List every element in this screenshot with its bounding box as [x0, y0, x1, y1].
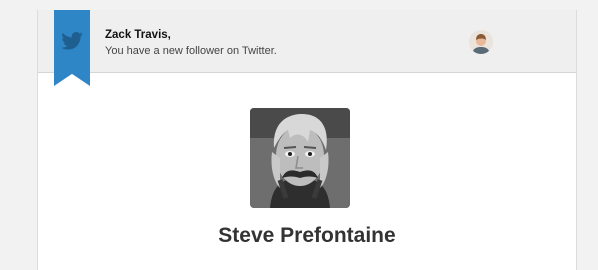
- notification-message: You have a new follower on Twitter.: [105, 45, 277, 57]
- greeting-text: Zack Travis,: [105, 29, 171, 41]
- follower-name[interactable]: Steve Prefontaine: [38, 224, 576, 248]
- twitter-bird-icon: [61, 32, 83, 50]
- notification-card: Zack Travis, You have a new follower on …: [37, 10, 577, 270]
- twitter-ribbon: [54, 10, 90, 86]
- recipient-avatar[interactable]: [469, 30, 493, 54]
- follower-photo[interactable]: [250, 108, 350, 208]
- notification-header: Zack Travis, You have a new follower on …: [38, 10, 576, 73]
